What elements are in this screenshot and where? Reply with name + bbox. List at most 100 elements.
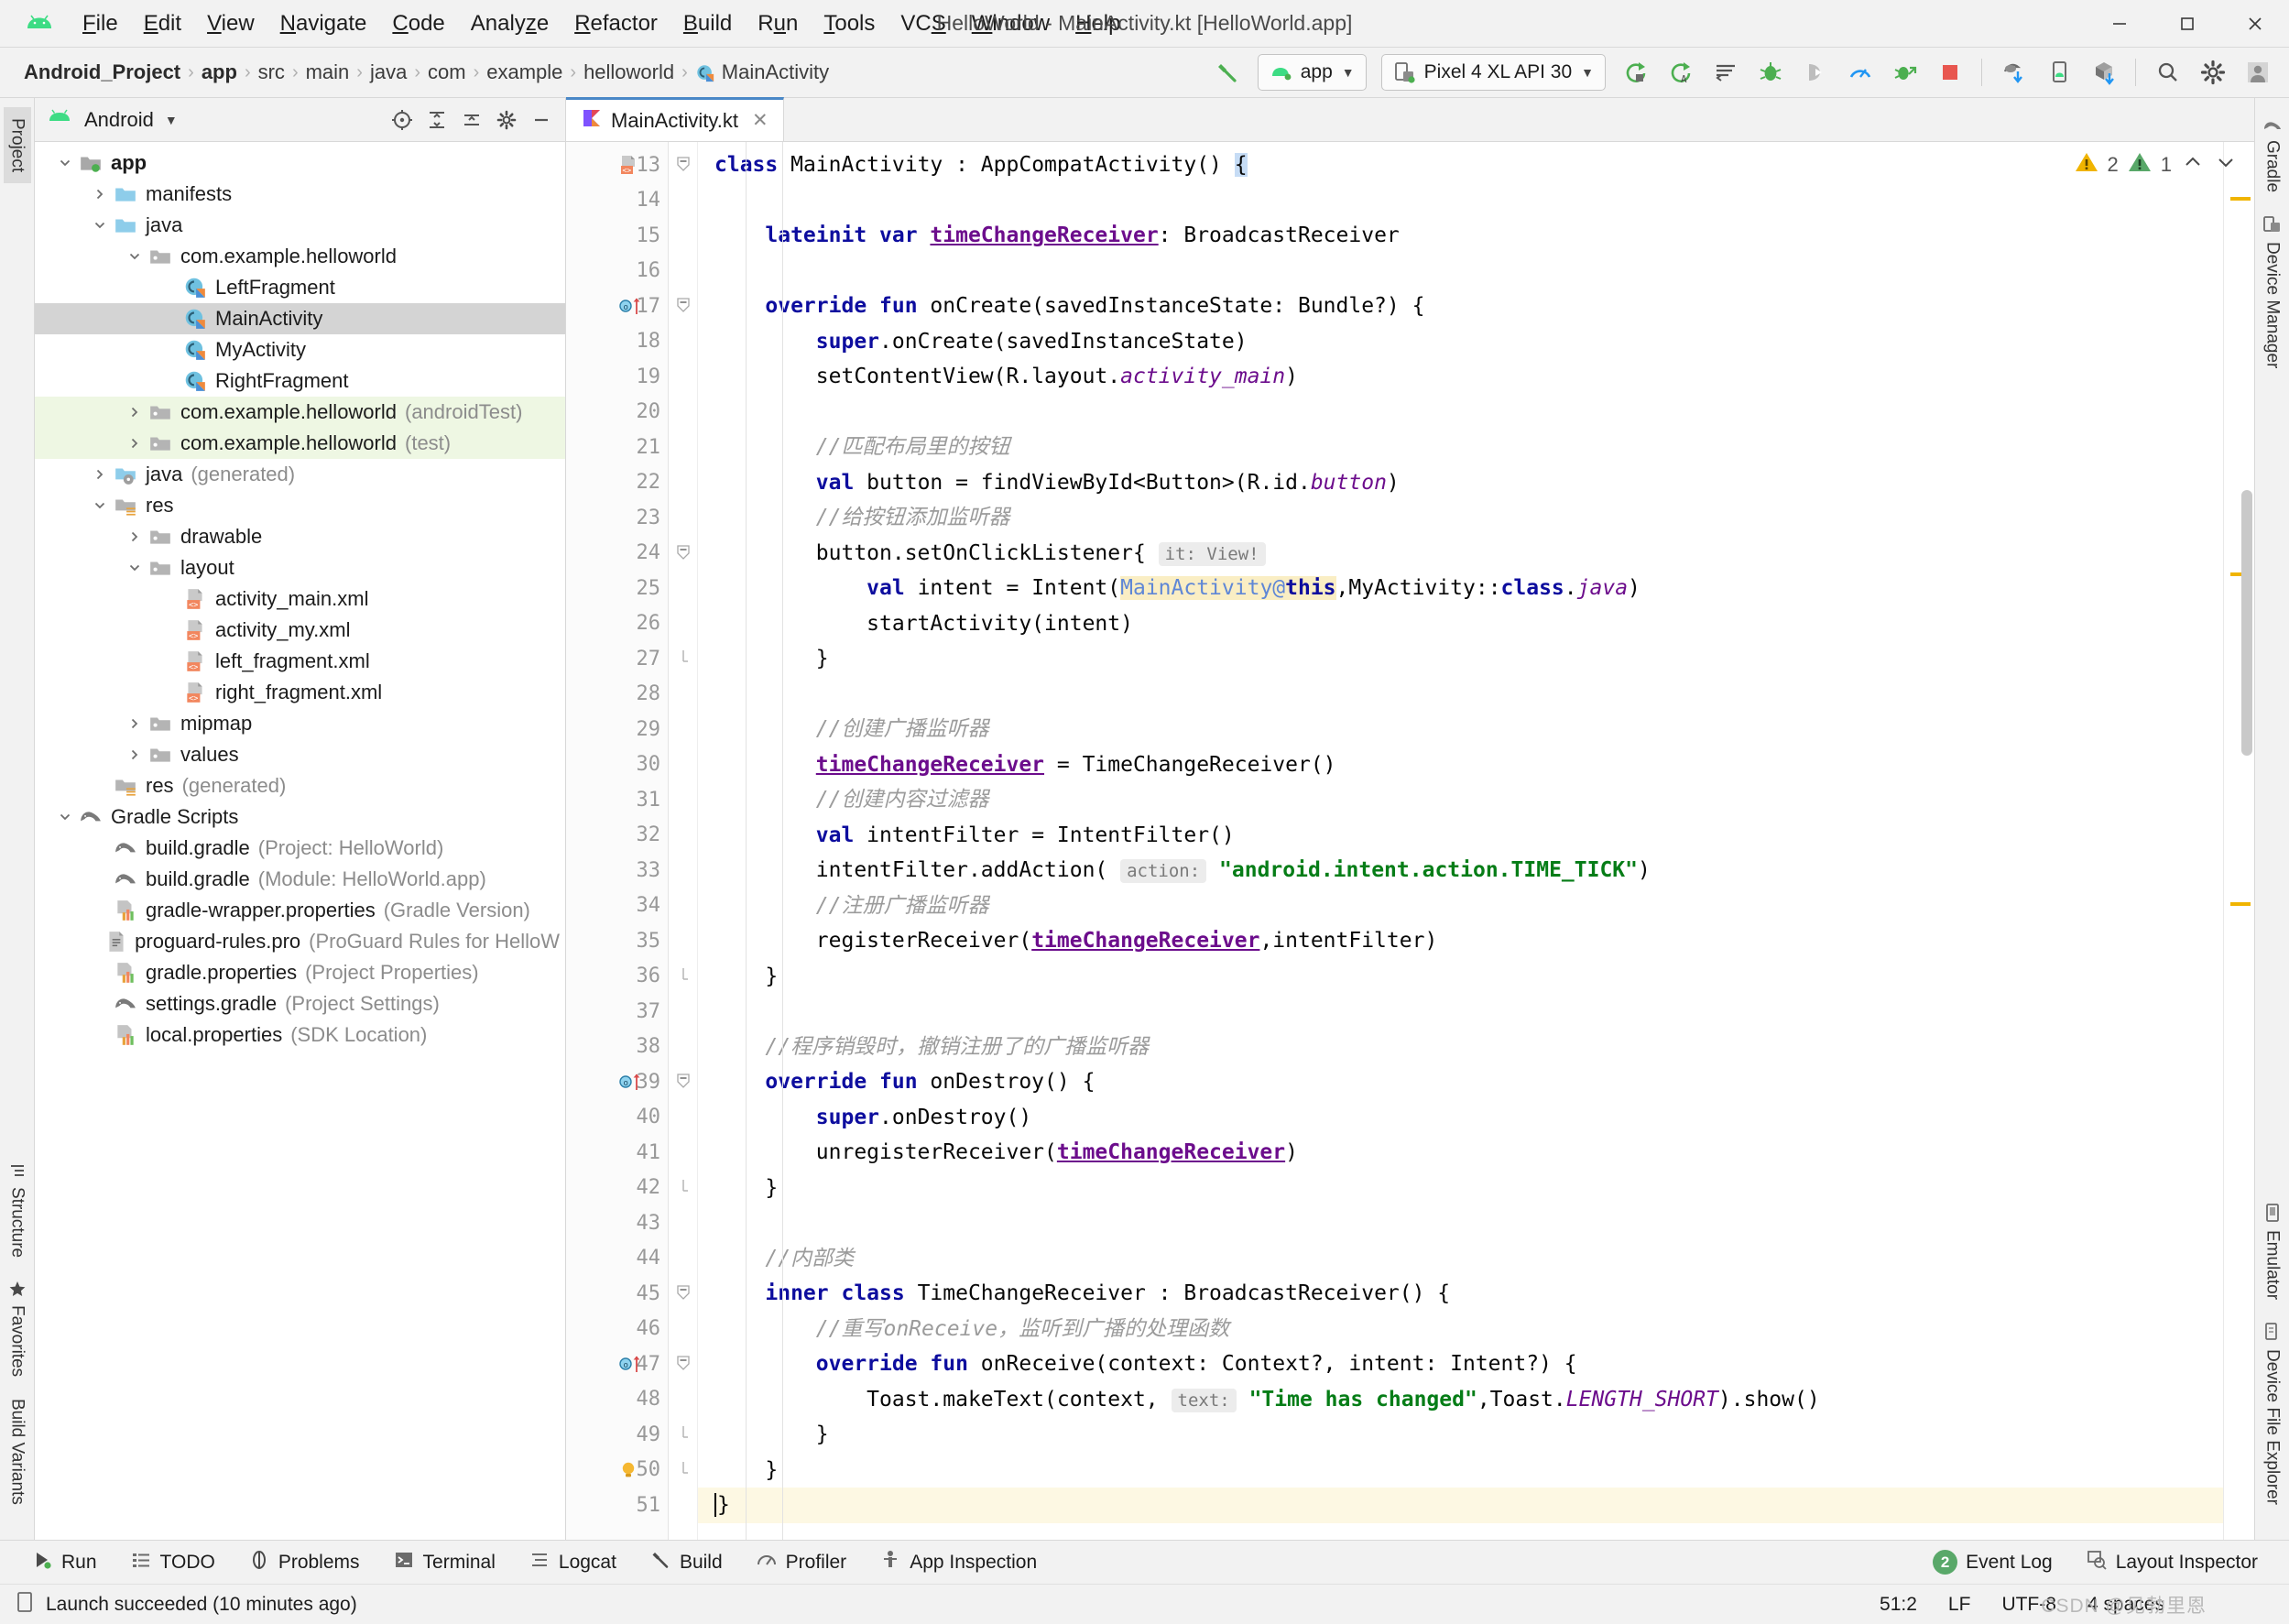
code-line-36[interactable]: } — [698, 959, 2223, 995]
line-number-48[interactable]: 48 — [566, 1382, 668, 1418]
close-icon[interactable]: ✕ — [752, 109, 768, 132]
tree-node-settings-gradle[interactable]: settings.gradle (Project Settings) — [35, 988, 565, 1019]
avatar-icon[interactable] — [2237, 53, 2278, 92]
code-line-17[interactable]: override fun onCreate(savedInstanceState… — [698, 289, 2223, 324]
tree-node-com-example-helloworld[interactable]: com.example.helloworld — [35, 241, 565, 272]
inspection-marker-warning[interactable] — [2230, 197, 2251, 201]
line-number-14[interactable]: 14 — [566, 183, 668, 219]
line-number-28[interactable]: 28 — [566, 677, 668, 713]
chevron-right-icon[interactable] — [88, 467, 112, 482]
bottom-tab-build[interactable]: Build — [633, 1549, 739, 1576]
tree-node-proguard-rules-pro[interactable]: proguard-rules.pro (ProGuard Rules for He… — [35, 926, 565, 957]
tree-node-gradle-properties[interactable]: gradle.properties (Project Properties) — [35, 957, 565, 988]
tree-node-app[interactable]: app — [35, 147, 565, 179]
search-icon[interactable] — [2147, 53, 2188, 92]
code-line-19[interactable]: setContentView(R.layout.activity_main) — [698, 359, 2223, 395]
menu-item-tools[interactable]: Tools — [811, 7, 888, 40]
event-log-button[interactable]: 2 Event Log — [1916, 1550, 2069, 1575]
override-method-icon[interactable]: o — [617, 294, 645, 318]
collapse-all-icon[interactable] — [455, 104, 488, 136]
fold-marker[interactable] — [669, 959, 697, 995]
tree-node-activity-main-xml[interactable]: <> activity_main.xml — [35, 583, 565, 615]
project-tree[interactable]: app manifests java com.example.helloworld Le… — [35, 142, 565, 1540]
line-number-41[interactable]: 41 — [566, 1135, 668, 1171]
code-line-46[interactable]: //重写onReceive，监听到广播的处理函数 — [698, 1312, 2223, 1347]
menu-item-refactor[interactable]: Refactor — [561, 7, 670, 40]
bottom-tab-run[interactable]: Run — [15, 1549, 114, 1576]
tree-node-com-example-helloworld[interactable]: com.example.helloworld (androidTest) — [35, 397, 565, 428]
sidebar-item-build-variants[interactable]: Build Variants — [4, 1388, 31, 1516]
menu-item-run[interactable]: Run — [745, 7, 811, 40]
sidebar-item-device-file-explorer[interactable]: Device File Explorer — [2259, 1311, 2286, 1516]
code-line-48[interactable]: Toast.makeText(context, text: "Time has … — [698, 1382, 2223, 1418]
profiler-icon[interactable] — [1839, 53, 1880, 92]
fold-marker[interactable] — [669, 1276, 697, 1312]
breadcrumb-item-main[interactable]: main — [300, 60, 355, 84]
code-line-37[interactable] — [698, 994, 2223, 1030]
breadcrumb-item-helloworld[interactable]: helloworld — [578, 60, 680, 84]
tree-node-java[interactable]: java (generated) — [35, 459, 565, 490]
close-button[interactable] — [2221, 0, 2289, 48]
tree-node-right-fragment-xml[interactable]: <> right_fragment.xml — [35, 677, 565, 708]
bottom-tab-todo[interactable]: TODO — [114, 1549, 232, 1576]
line-number-18[interactable]: 18 — [566, 324, 668, 360]
maximize-button[interactable] — [2153, 0, 2221, 48]
line-number-40[interactable]: 40 — [566, 1100, 668, 1136]
sdk-manager-icon[interactable] — [2083, 53, 2124, 92]
tree-node-activity-my-xml[interactable]: <> activity_my.xml — [35, 615, 565, 646]
tree-node-left-fragment-xml[interactable]: <> left_fragment.xml — [35, 646, 565, 677]
chevron-down-icon[interactable] — [88, 498, 112, 513]
layout-inspector-button[interactable]: Layout Inspector — [2069, 1549, 2274, 1576]
code-line-13[interactable]: class MainActivity : AppCompatActivity()… — [698, 147, 2223, 183]
line-number-17[interactable]: o 17 — [566, 289, 668, 324]
minimize-button[interactable] — [2086, 0, 2153, 48]
code-line-22[interactable]: val button = findViewById<Button>(R.id.b… — [698, 465, 2223, 501]
menu-item-file[interactable]: File — [70, 7, 131, 40]
tree-node-mipmap[interactable]: mipmap — [35, 708, 565, 739]
inspection-status[interactable]: 2 1 — [2075, 151, 2239, 179]
settings-gear-icon[interactable] — [2192, 53, 2233, 92]
code-line-49[interactable]: } — [698, 1417, 2223, 1453]
override-method-icon[interactable]: o — [617, 1070, 645, 1094]
chevron-right-icon[interactable] — [123, 747, 147, 762]
line-number-16[interactable]: 16 — [566, 254, 668, 289]
tree-node-build-gradle[interactable]: build.gradle (Project: HelloWorld) — [35, 833, 565, 864]
sidebar-item-project[interactable]: Project — [3, 107, 31, 184]
caret-position[interactable]: 51:2 — [1880, 1594, 1917, 1616]
breadcrumb-item-java[interactable]: java — [365, 60, 412, 84]
line-number-34[interactable]: 34 — [566, 888, 668, 924]
menu-item-code[interactable]: Code — [379, 7, 457, 40]
line-number-42[interactable]: 42 — [566, 1171, 668, 1206]
line-number-44[interactable]: 44 — [566, 1241, 668, 1277]
tree-node-drawable[interactable]: drawable — [35, 521, 565, 552]
breadcrumb-item-mainactivity[interactable]: MainActivity — [690, 60, 834, 84]
line-number-49[interactable]: 49 — [566, 1417, 668, 1453]
menu-item-edit[interactable]: Edit — [131, 7, 194, 40]
tree-node-res[interactable]: res (generated) — [35, 770, 565, 801]
fold-marker[interactable] — [669, 1417, 697, 1453]
line-number-37[interactable]: 37 — [566, 994, 668, 1030]
attach-debugger-icon[interactable] — [1794, 53, 1836, 92]
tree-node-local-properties[interactable]: local.properties (SDK Location) — [35, 1019, 565, 1051]
code-line-16[interactable] — [698, 254, 2223, 289]
sidebar-item-favorites[interactable]: Favorites — [4, 1269, 31, 1388]
inspection-marker-warning[interactable] — [2230, 902, 2251, 906]
tree-node-myactivity[interactable]: MyActivity — [35, 334, 565, 365]
bottom-tab-profiler[interactable]: Profiler — [739, 1549, 864, 1576]
code-folding-column[interactable] — [669, 142, 698, 1540]
menu-item-analyze[interactable]: Analyze — [458, 7, 561, 40]
line-number-22[interactable]: 22 — [566, 465, 668, 501]
tree-node-res[interactable]: res — [35, 490, 565, 521]
line-number-15[interactable]: 15 — [566, 218, 668, 254]
line-number-29[interactable]: 29 — [566, 712, 668, 747]
line-number-33[interactable]: 33 — [566, 853, 668, 888]
prev-problem-icon[interactable] — [2181, 152, 2205, 178]
avd-manager-icon[interactable] — [2038, 53, 2079, 92]
tree-node-com-example-helloworld[interactable]: com.example.helloworld (test) — [35, 428, 565, 459]
line-number-20[interactable]: 20 — [566, 395, 668, 431]
sidebar-item-gradle[interactable]: Gradle — [2259, 107, 2286, 203]
code-content[interactable]: class MainActivity : AppCompatActivity()… — [698, 142, 2223, 1540]
code-line-44[interactable]: //内部类 — [698, 1241, 2223, 1277]
hide-panel-icon[interactable] — [525, 104, 558, 136]
chevron-right-icon[interactable] — [123, 436, 147, 451]
